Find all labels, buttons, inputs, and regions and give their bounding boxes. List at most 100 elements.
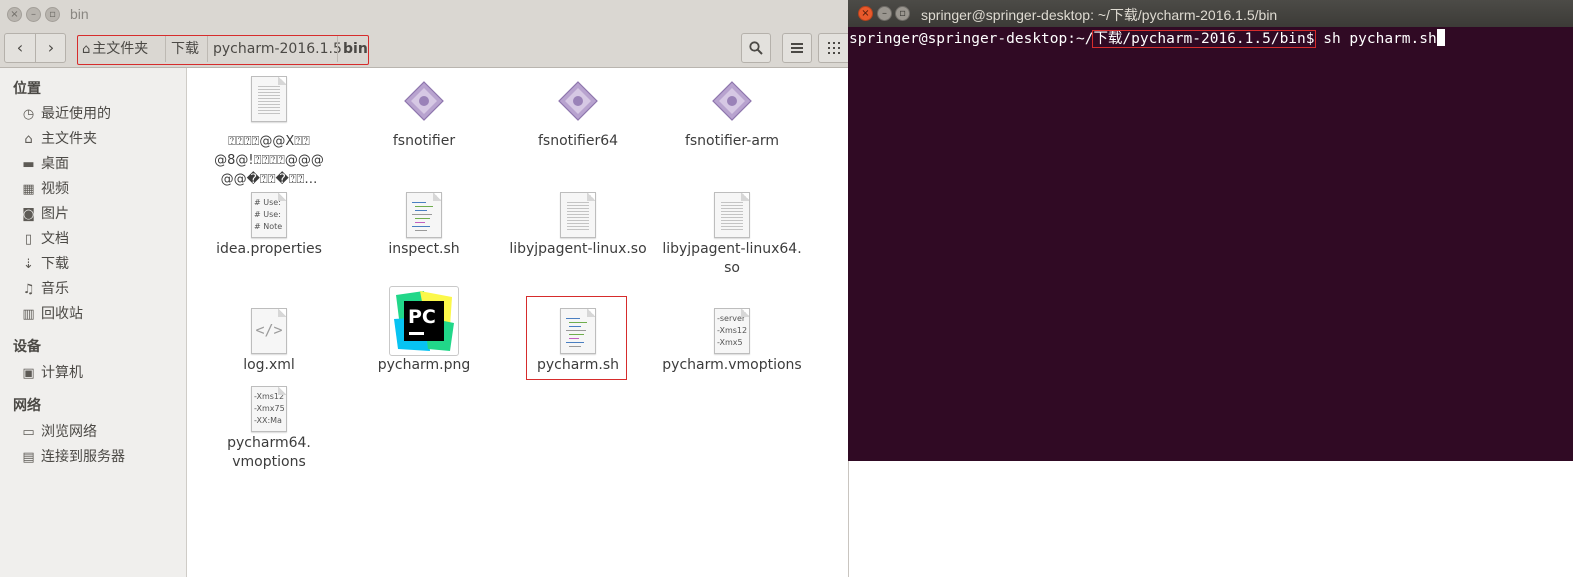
file-name: inspect.sh: [388, 241, 460, 257]
sidebar-item-desktop[interactable]: ▬ 桌面: [20, 153, 180, 175]
search-icon: [749, 41, 763, 55]
file-item[interactable]: PC pycharm.png: [349, 286, 499, 378]
shell-script-icon: [406, 192, 442, 238]
window-maximize-button[interactable]: ▫: [45, 7, 60, 22]
file-name: fsnotifier64: [537, 133, 619, 149]
sidebar-item-videos[interactable]: ▦ 视频: [20, 178, 180, 200]
terminal-minimize-button[interactable]: –: [877, 6, 892, 21]
file-item[interactable]: -Xms12 -Xmx75 -XX:Ma pycharm64. vmoptions: [194, 386, 344, 476]
sidebar-item-connect-server[interactable]: ▤ 连接到服务器: [20, 446, 180, 468]
file-grid: ⍰⍰⍰⍰@@X⍰⍰ @8@!⍰⍰⍰⍰@@@ @@�⍰⍰�⍰⍰… fsnotifi…: [188, 68, 848, 577]
sidebar-item-browse-network[interactable]: ▭ 浏览网络: [20, 421, 180, 443]
window-close-button[interactable]: ×: [7, 7, 22, 22]
file-item-pycharm-sh[interactable]: pycharm.sh: [503, 308, 653, 378]
file-item[interactable]: </> log.xml: [194, 308, 344, 378]
window-minimize-button[interactable]: –: [26, 7, 41, 22]
file-name: pycharm64. vmoptions: [227, 435, 311, 470]
file-name: pycharm.png: [377, 357, 471, 373]
shell-script-icon: [560, 308, 596, 354]
sidebar-item-documents[interactable]: ▯ 文档: [20, 228, 180, 250]
sidebar-heading-network: 网络: [13, 398, 41, 414]
document-icon: ▯: [24, 232, 33, 247]
sidebar-item-downloads[interactable]: ⇣ 下载: [20, 253, 180, 275]
desktop-icon: ▬: [22, 157, 35, 172]
breadcrumb-downloads[interactable]: 下载: [171, 36, 199, 62]
sidebar-heading-places: 位置: [13, 81, 41, 97]
terminal-prompt-prefix: springer@springer-desktop:~/: [849, 31, 1094, 47]
library-file-icon: [714, 192, 750, 238]
breadcrumb-bin[interactable]: bin: [343, 36, 368, 62]
sidebar-item-recent[interactable]: ◷ 最近使用的: [20, 103, 180, 125]
file-name: fsnotifier: [392, 133, 456, 149]
video-icon: ▦: [22, 182, 35, 197]
executable-icon: [404, 81, 444, 121]
navigation-buttons: ‹ ›: [4, 33, 66, 63]
computer-icon: ▣: [22, 366, 35, 381]
forward-button[interactable]: ›: [36, 34, 66, 62]
sidebar-item-computer[interactable]: ▣ 计算机: [20, 362, 180, 384]
file-item[interactable]: fsnotifier: [349, 76, 499, 156]
pycharm-logo-icon: PC: [394, 291, 454, 351]
terminal-titlebar: × – ▫ springer@springer-desktop: ~/下载/py…: [848, 0, 1573, 27]
terminal-title: springer@springer-desktop: ~/下载/pycharm-…: [921, 7, 1278, 23]
terminal-command: sh pycharm.sh: [1314, 31, 1437, 47]
file-name: pycharm.vmoptions: [662, 357, 802, 373]
file-name: libyjpagent-linux.so: [509, 241, 647, 257]
file-item[interactable]: ⍰⍰⍰⍰@@X⍰⍰ @8@!⍰⍰⍰⍰@@@ @@�⍰⍰�⍰⍰…: [194, 76, 344, 187]
file-manager-window: × – ▫ bin ‹ › ⌂ 主文件夹 下载 pycharm-2016.1.5 …: [0, 0, 849, 577]
home-icon: ⌂: [24, 132, 33, 147]
xml-file-icon: </>: [251, 308, 287, 354]
file-name: libyjpagent-linux64. so: [662, 241, 802, 276]
sidebar-heading-devices: 设备: [13, 339, 41, 355]
library-file-icon: [560, 192, 596, 238]
executable-icon: [558, 81, 598, 121]
home-icon: ⌂: [82, 42, 91, 57]
file-name: idea.properties: [216, 241, 322, 257]
file-item[interactable]: # Use: # Use: # Note idea.properties: [194, 192, 344, 262]
properties-file-icon: # Use: # Use: # Note: [251, 192, 287, 238]
breadcrumb-home[interactable]: ⌂ 主文件夹: [82, 36, 148, 62]
svg-text:PC: PC: [408, 306, 436, 328]
terminal-prompt-path: 下载/pycharm-2016.1.5/bin$: [1092, 30, 1316, 48]
breadcrumb-divider: [207, 36, 208, 62]
terminal-maximize-button[interactable]: ▫: [895, 6, 910, 21]
grid-view-button[interactable]: [818, 33, 849, 63]
back-button[interactable]: ‹: [5, 34, 35, 62]
vmoptions-file-icon: -server -Xms12 -Xmx5: [714, 308, 750, 354]
download-icon: ⇣: [23, 257, 34, 272]
window-title: bin: [70, 6, 89, 22]
sidebar-item-home[interactable]: ⌂ 主文件夹: [20, 128, 180, 150]
file-item[interactable]: libyjpagent-linux.so: [503, 192, 653, 262]
camera-icon: ◙: [22, 207, 35, 222]
terminal-command-line: springer@springer-desktop:~/下载/pycharm-2…: [849, 29, 1445, 48]
network-icon: ▭: [22, 425, 35, 440]
file-item[interactable]: fsnotifier-arm: [657, 76, 807, 156]
trash-icon: ▥: [22, 307, 35, 322]
grid-icon: [828, 42, 840, 54]
terminal-close-button[interactable]: ×: [858, 6, 873, 21]
file-manager-titlebar: × – ▫ bin: [0, 0, 849, 29]
file-name: pycharm.sh: [536, 357, 620, 373]
search-button[interactable]: [741, 33, 771, 63]
terminal-body[interactable]: springer@springer-desktop:~/下载/pycharm-2…: [848, 27, 1573, 461]
text-file-icon: [251, 76, 287, 122]
sidebar-item-pictures[interactable]: ◙ 图片: [20, 203, 180, 225]
clock-icon: ◷: [22, 107, 35, 122]
file-item[interactable]: libyjpagent-linux64. so: [657, 192, 807, 282]
file-name: ⍰⍰⍰⍰@@X⍰⍰ @8@!⍰⍰⍰⍰@@@ @@�⍰⍰�⍰⍰…: [214, 134, 324, 187]
vmoptions-file-icon: -Xms12 -Xmx75 -XX:Ma: [251, 386, 287, 432]
file-manager-toolbar: ‹ › ⌂ 主文件夹 下载 pycharm-2016.1.5 bin: [0, 29, 849, 68]
breadcrumb: ⌂ 主文件夹 下载 pycharm-2016.1.5 bin: [77, 35, 369, 65]
executable-icon: [712, 81, 752, 121]
file-item[interactable]: inspect.sh: [349, 192, 499, 262]
sidebar-item-trash[interactable]: ▥ 回收站: [20, 303, 180, 325]
file-item[interactable]: fsnotifier64: [503, 76, 653, 156]
breadcrumb-pycharm[interactable]: pycharm-2016.1.5: [213, 36, 342, 62]
breadcrumb-divider: [337, 36, 338, 62]
list-view-button[interactable]: [782, 33, 812, 63]
sidebar-item-music[interactable]: ♫ 音乐: [20, 278, 180, 300]
image-thumbnail: PC: [389, 286, 459, 356]
sidebar: 位置 ◷ 最近使用的 ⌂ 主文件夹 ▬ 桌面 ▦ 视频 ◙ 图片 ▯ 文档 ⇣ 下载 ♫ 音乐 …: [0, 68, 187, 577]
file-item[interactable]: -server -Xms12 -Xmx5 pycharm.vmoptions: [657, 308, 807, 378]
terminal-window: × – ▫ springer@springer-desktop: ~/下载/py…: [848, 0, 1573, 461]
